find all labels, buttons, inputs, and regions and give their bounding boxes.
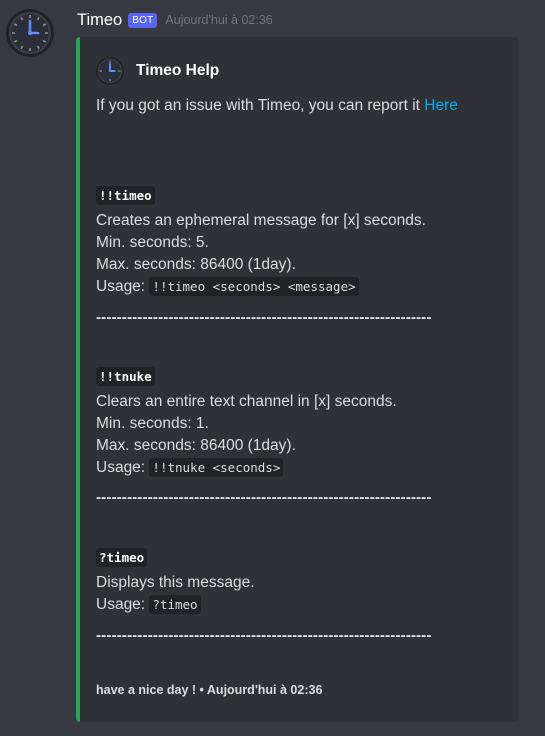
embed-title: Timeo Help: [136, 62, 220, 79]
bot-badge: BOT: [128, 12, 158, 28]
embed-description: If you got an issue with Timeo, you can …: [96, 97, 458, 115]
command-line: Max. seconds: 86400 (1day).: [96, 256, 296, 273]
usage-code: !!timeo <seconds> <message>: [149, 277, 359, 296]
help-embed: Timeo Help If you got an issue with Time…: [76, 37, 518, 722]
command-line: Max. seconds: 86400 (1day).: [96, 437, 296, 454]
report-link[interactable]: Here: [424, 97, 458, 114]
command-name: ?timeo: [96, 547, 148, 569]
separator-line: ----------------------------------------…: [96, 489, 432, 506]
command-line: Min. seconds: 5.: [96, 234, 209, 251]
clock-icon: [96, 57, 124, 85]
usage-label: Usage:: [96, 278, 150, 295]
command-line: Displays this message.: [96, 574, 255, 591]
usage-label: Usage:: [96, 459, 150, 476]
command-usage: Usage: ?timeo: [96, 594, 201, 616]
embed-footer: have a nice day ! • Aujourd'hui à 02:36: [96, 683, 323, 697]
clock-icon: [6, 9, 54, 57]
command-line: Creates an ephemeral message for [x] sec…: [96, 212, 426, 229]
description-text: If you got an issue with Timeo, you can …: [96, 97, 425, 114]
command-usage: Usage: !!timeo <seconds> <message>: [96, 276, 359, 298]
command-code: !!tnuke: [96, 367, 155, 386]
command-code: ?timeo: [96, 548, 148, 567]
message-header: Timeo BOT Aujourd'hui à 02:36: [77, 9, 273, 31]
command-name: !!tnuke: [96, 366, 155, 388]
chat-message: Timeo BOT Aujourd'hui à 02:36 Timeo Help…: [0, 0, 545, 736]
separator-line: ----------------------------------------…: [96, 627, 432, 644]
command-line: Min. seconds: 1.: [96, 415, 209, 432]
bot-avatar[interactable]: [6, 9, 54, 57]
author-icon: [96, 57, 124, 85]
usage-code: ?timeo: [149, 595, 201, 614]
message-timestamp: Aujourd'hui à 02:36: [165, 13, 273, 27]
command-name: !!timeo: [96, 185, 155, 207]
usage-code: !!tnuke <seconds>: [149, 458, 284, 477]
command-line: Clears an entire text channel in [x] sec…: [96, 393, 397, 410]
command-usage: Usage: !!tnuke <seconds>: [96, 457, 284, 479]
usage-label: Usage:: [96, 596, 150, 613]
username[interactable]: Timeo: [77, 11, 122, 30]
embed-author: Timeo Help: [96, 57, 219, 85]
command-code: !!timeo: [96, 186, 155, 205]
separator-line: ----------------------------------------…: [96, 309, 432, 326]
